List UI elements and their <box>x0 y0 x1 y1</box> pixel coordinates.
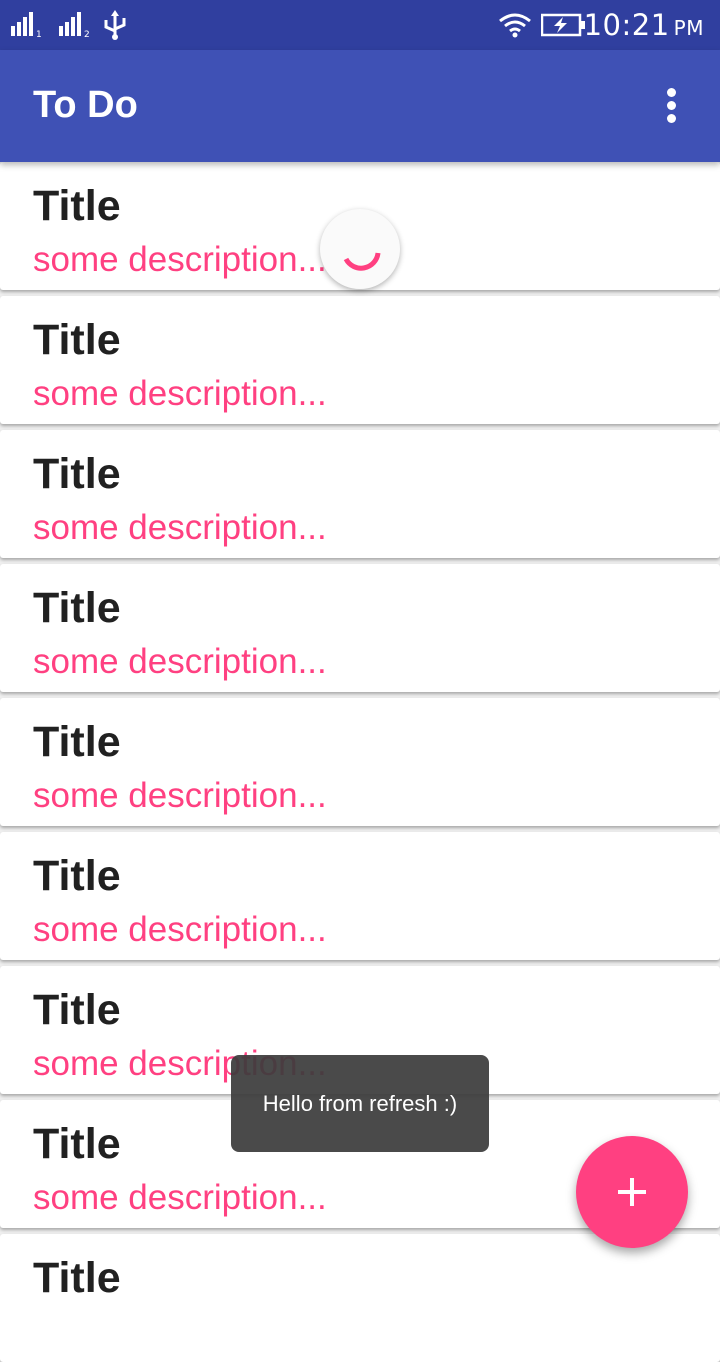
todo-card-description: some description... <box>33 240 327 279</box>
todo-card[interactable]: Title some description... <box>0 430 720 558</box>
todo-card-title: Title <box>33 1254 121 1302</box>
todo-card-title: Title <box>33 852 121 900</box>
todo-card-description: some description... <box>33 1178 327 1217</box>
status-ampm: PM <box>673 16 704 40</box>
todo-card-title: Title <box>33 450 121 498</box>
usb-icon <box>104 10 126 40</box>
todo-card-title: Title <box>33 718 121 766</box>
todo-card-description: some description... <box>33 642 327 681</box>
battery-charging-icon <box>541 13 585 37</box>
signal-sim2-icon: 2 <box>59 12 90 38</box>
todo-card[interactable]: Title some description... <box>0 832 720 960</box>
more-vert-icon[interactable] <box>658 88 684 124</box>
add-todo-button[interactable] <box>576 1136 688 1248</box>
todo-card-title: Title <box>33 182 121 230</box>
status-time: 10:21 <box>583 8 670 42</box>
svg-text:2: 2 <box>84 30 90 38</box>
todo-card-description: some description... <box>33 910 327 949</box>
todo-card-title: Title <box>33 316 121 364</box>
status-clock: 10:21 PM <box>584 8 704 42</box>
todo-card[interactable]: Title some description... <box>0 698 720 826</box>
todo-card-description: some description... <box>33 776 327 815</box>
todo-card[interactable]: Title some description... <box>0 564 720 692</box>
svg-text:1: 1 <box>36 30 42 38</box>
todo-card[interactable]: Title <box>0 1234 720 1362</box>
todo-card-description: some description... <box>33 374 327 413</box>
todo-card-title: Title <box>33 986 121 1034</box>
todo-card-description: some description... <box>33 508 327 547</box>
toast-message: Hello from refresh :) <box>231 1055 489 1152</box>
todo-card-title: Title <box>33 584 121 632</box>
app-bar-title: To Do <box>33 84 138 126</box>
app-bar: To Do <box>0 50 720 162</box>
todo-card-title: Title <box>33 1120 121 1168</box>
wifi-icon <box>499 13 531 38</box>
signal-sim1-icon: 1 <box>11 12 42 38</box>
todo-card[interactable]: Title some description... <box>0 296 720 424</box>
status-bar: 1 2 10:21 PM <box>0 0 720 50</box>
refresh-spinner <box>320 209 400 289</box>
refresh-progress-icon <box>343 252 381 271</box>
